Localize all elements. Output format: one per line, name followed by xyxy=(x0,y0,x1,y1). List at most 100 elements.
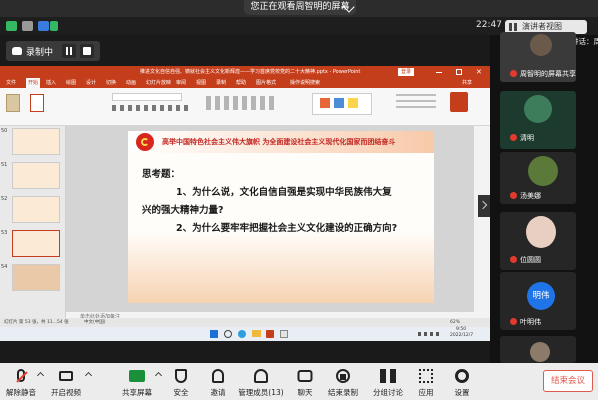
participant-tile[interactable]: 清明 xyxy=(500,91,576,149)
chevron-up-icon[interactable] xyxy=(84,371,93,380)
stop-button[interactable] xyxy=(80,44,94,58)
share-banner-text: 您正在观看周智明的屏幕 xyxy=(244,0,356,15)
video-off-icon xyxy=(59,371,73,381)
breakout-label: 分组讨论 xyxy=(373,388,403,397)
chevron-up-icon[interactable] xyxy=(154,371,163,380)
apps-label: 应用 xyxy=(418,388,434,397)
mic-muted-icon xyxy=(510,318,517,325)
gear-icon xyxy=(455,369,469,383)
settings-button[interactable]: 设置 xyxy=(447,363,477,400)
minimize-icon[interactable] xyxy=(436,72,442,73)
participant-name: 清明 xyxy=(520,134,534,142)
close-icon[interactable]: ✕ xyxy=(476,66,482,78)
zoom-level[interactable]: 62% xyxy=(450,318,460,327)
share-screen-button[interactable]: 共享屏幕 xyxy=(118,363,156,400)
font-format-icons[interactable] xyxy=(112,105,192,111)
avatar xyxy=(526,216,556,248)
menu-insert[interactable]: 插入 xyxy=(46,78,56,88)
login-button[interactable]: 登录 xyxy=(398,68,415,76)
invite-button[interactable]: 邀请 xyxy=(203,363,233,400)
participant-tile[interactable]: 汤美娜 xyxy=(500,152,576,204)
invite-label: 邀请 xyxy=(210,388,226,397)
signal-icon xyxy=(50,21,58,31)
slide-thumbnail[interactable] xyxy=(12,162,60,189)
meeting-toolbar: 解除静音 开启视频 共享屏幕 安全 邀请 管理成员(13) 聊天 结束录制 分组… xyxy=(0,363,598,400)
menu-slideshow[interactable]: 幻灯片放映 xyxy=(146,78,171,88)
editing-icons[interactable] xyxy=(396,94,436,110)
designer-icon[interactable] xyxy=(450,92,468,112)
menu-record[interactable]: 录制 xyxy=(216,78,226,88)
collapse-panel-handle[interactable] xyxy=(478,195,490,217)
emblem-hammer-sickle xyxy=(141,138,149,146)
manage-members-button[interactable]: 管理成员(13) xyxy=(238,363,284,400)
menu-review[interactable]: 审阅 xyxy=(176,78,186,88)
avatar-text: 明伟 xyxy=(532,291,550,301)
avatar xyxy=(524,95,552,123)
app-icon[interactable] xyxy=(280,330,288,338)
start-video-button[interactable]: 开启视频 xyxy=(46,363,86,400)
maximize-icon[interactable] xyxy=(456,69,462,75)
chat-label: 聊天 xyxy=(297,388,313,397)
powerpoint-window: 推进文化自信自强、铸就社会主义文化新辉煌——学习首席党校党的二十大精神.pptx… xyxy=(0,66,490,341)
share-screen-label: 共享屏幕 xyxy=(122,388,152,397)
slide-thumbnail-selected[interactable] xyxy=(12,230,60,257)
slide-thumbnail[interactable] xyxy=(12,264,60,291)
participant-tile[interactable]: 周智明的屏幕共享 xyxy=(500,32,576,82)
menu-help[interactable]: 帮助 xyxy=(236,78,246,88)
shape-fill-icon[interactable] xyxy=(320,98,330,108)
menu-search[interactable]: 操作说明搜索 xyxy=(290,78,320,88)
taskbar-time: 9:50 xyxy=(456,327,467,332)
thumb-number: 53 xyxy=(1,230,8,236)
ppt-status-bar: 幻灯片 第 53 张，共 11...54 张 中文(中国) 62% xyxy=(0,318,490,327)
slide-thumbnail[interactable] xyxy=(12,128,60,155)
slide[interactable]: 高举中国特色社会主义伟大旗帜 为全面建设社会主义现代化国家而团结奋斗 思考题： … xyxy=(128,131,434,303)
breakout-button[interactable]: 分组讨论 xyxy=(368,363,408,400)
mic-muted-icon xyxy=(510,70,517,77)
slide-line-question-1: 1、为什么说，文化自信自强是实现中华民族伟大复 xyxy=(176,187,392,198)
start-video-label: 开启视频 xyxy=(51,388,81,397)
shield-icon xyxy=(175,369,187,383)
end-meeting-button[interactable]: 结束会议 xyxy=(543,370,593,392)
share-button[interactable]: 共享 xyxy=(462,78,472,88)
menu-view[interactable]: 视图 xyxy=(196,78,206,88)
menu-design[interactable]: 设计 xyxy=(86,78,96,88)
menu-picture-format[interactable]: 图片格式 xyxy=(256,78,276,88)
slide-background-art xyxy=(128,231,434,303)
unmute-button[interactable]: 解除静音 xyxy=(2,363,40,400)
recording-label: 录制中 xyxy=(26,48,54,58)
powerpoint-icon[interactable] xyxy=(266,330,274,338)
edge-icon[interactable] xyxy=(238,330,246,338)
pause-button[interactable] xyxy=(62,44,76,58)
stop-recording-button[interactable]: 结束录制 xyxy=(323,363,363,400)
speaker-view-label: 演讲者视图 xyxy=(522,22,562,31)
qq-icon xyxy=(22,21,33,31)
slide-header: 高举中国特色社会主义伟大旗帜 为全面建设社会主义现代化国家而团结奋斗 xyxy=(128,131,434,153)
participant-tile[interactable]: 位圆圆 xyxy=(500,212,576,270)
chat-button[interactable]: 聊天 xyxy=(290,363,320,400)
paragraph-icons[interactable] xyxy=(206,96,276,110)
menu-home[interactable]: 开始 xyxy=(26,78,41,88)
shape-fill-icon-3[interactable] xyxy=(348,98,358,108)
ppt-title-bar: 推进文化自信自强、铸就社会主义文化新辉煌——学习首席党校党的二十大精神.pptx… xyxy=(0,66,490,78)
menu-transitions[interactable]: 切换 xyxy=(106,78,116,88)
shape-fill-icon-2[interactable] xyxy=(334,98,344,108)
recording-icon xyxy=(12,47,22,55)
menu-file[interactable]: 文件 xyxy=(6,78,16,88)
ppt-menu-bar: 文件 开始 插入 绘图 设计 切换 动画 幻灯片放映 审阅 视图 录制 帮助 图… xyxy=(0,78,490,88)
font-box[interactable] xyxy=(112,93,182,101)
new-slide-icon[interactable] xyxy=(30,94,44,112)
search-icon[interactable] xyxy=(224,330,232,338)
paste-icon[interactable] xyxy=(6,94,20,112)
invite-icon xyxy=(212,369,224,383)
ppt-ribbon xyxy=(0,88,490,126)
security-button[interactable]: 安全 xyxy=(166,363,196,400)
avatar xyxy=(530,34,552,56)
participant-tile[interactable]: 明伟 叶明伟 xyxy=(500,272,576,330)
folder-icon[interactable] xyxy=(252,330,261,337)
participant-tile[interactable] xyxy=(500,336,576,363)
start-icon[interactable] xyxy=(210,330,218,338)
slide-thumbnail[interactable] xyxy=(12,196,60,223)
menu-draw[interactable]: 绘图 xyxy=(66,78,76,88)
menu-animations[interactable]: 动画 xyxy=(126,78,136,88)
apps-button[interactable]: 应用 xyxy=(411,363,441,400)
